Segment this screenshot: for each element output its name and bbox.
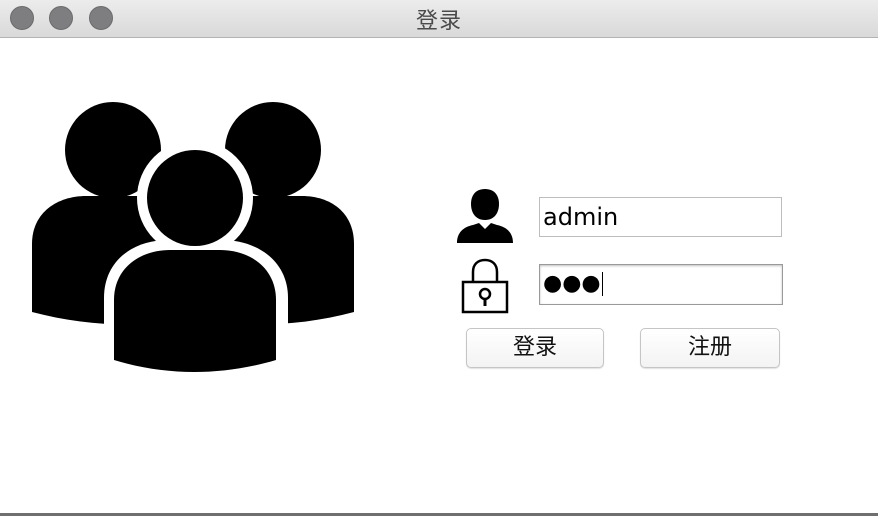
text-caret [601, 272, 603, 296]
users-group-icon [32, 102, 354, 376]
user-icon [457, 189, 513, 243]
password-input[interactable]: ●●● [539, 264, 783, 305]
title-bar: 登录 [0, 0, 878, 38]
register-button[interactable]: 注册 [640, 328, 780, 368]
window-title: 登录 [415, 9, 462, 34]
username-input[interactable]: admin [539, 197, 782, 237]
login-window: 登录 admin ●●● 登录 注册 [0, 0, 878, 516]
password-masked-value: ●●● [543, 271, 601, 296]
username-value: admin [543, 203, 619, 231]
lock-icon [461, 258, 509, 314]
login-button[interactable]: 登录 [466, 328, 604, 368]
